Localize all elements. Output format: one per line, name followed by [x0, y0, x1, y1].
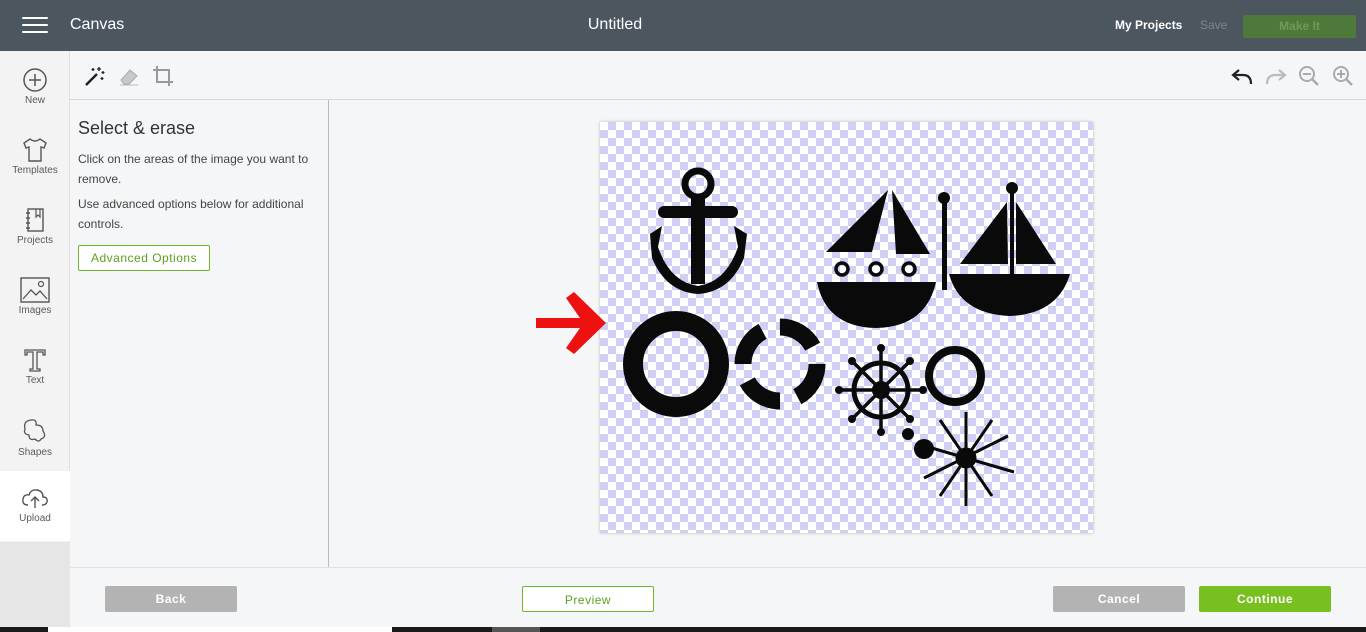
- os-taskbar-strip: [0, 627, 1366, 632]
- sidebar-item-shapes[interactable]: Shapes: [0, 401, 70, 471]
- back-button[interactable]: Back: [105, 586, 237, 612]
- life-ring-shape: [734, 318, 826, 410]
- sidebar-item-images[interactable]: Images: [0, 261, 70, 331]
- save-button[interactable]: Save: [1200, 18, 1227, 32]
- my-projects-link[interactable]: My Projects: [1115, 18, 1182, 32]
- sidebar-item-new[interactable]: New: [0, 51, 70, 121]
- plus-circle-icon: [23, 68, 47, 92]
- cancel-button[interactable]: Cancel: [1053, 586, 1185, 612]
- sidebar-item-label: Shapes: [18, 447, 52, 458]
- sidebar-item-label: Upload: [19, 513, 51, 524]
- tshirt-icon: [23, 138, 47, 162]
- ring-shape: [623, 311, 729, 417]
- sidebar-item-upload[interactable]: Upload: [0, 471, 70, 541]
- eraser-icon[interactable]: [118, 65, 140, 87]
- sidebar-item-label: New: [24, 95, 45, 106]
- shapes-icon: [23, 419, 46, 442]
- sailboat-shape: [817, 190, 950, 328]
- make-it-button[interactable]: Make It: [1243, 15, 1356, 38]
- sailboat-shape: [949, 182, 1070, 316]
- sidebar-item-text[interactable]: Text: [0, 331, 70, 401]
- advanced-options-button[interactable]: Advanced Options: [78, 245, 211, 271]
- zoom-out-icon[interactable]: [1298, 65, 1320, 87]
- panel-instructions: Click on the areas of the image you want…: [78, 152, 309, 186]
- top-bar: Canvas Untitled My Projects Save Make It: [0, 0, 1366, 51]
- upload-cloud-icon: [22, 489, 48, 508]
- select-erase-panel: Select & erase Click on the areas of the…: [70, 100, 329, 567]
- sidebar-item-label: Projects: [16, 235, 54, 246]
- ship-wheel-shape: [835, 344, 927, 436]
- panel-advanced-hint: Use advanced options below for additiona…: [78, 197, 304, 231]
- small-ring-shape: [925, 346, 985, 406]
- taskbar-segment: [48, 627, 392, 632]
- sidebar-bottom-area: [0, 542, 70, 632]
- document-title[interactable]: Untitled: [0, 16, 1230, 34]
- taskbar-segment: [492, 627, 540, 632]
- magic-wand-icon[interactable]: [84, 65, 106, 87]
- sidebar-item-label: Text: [25, 375, 45, 386]
- zoom-in-icon[interactable]: [1332, 65, 1354, 87]
- continue-button[interactable]: Continue: [1199, 586, 1331, 612]
- dot-shape: [902, 428, 914, 440]
- anchor-shape: [650, 167, 747, 294]
- footer-bar: Back Preview Cancel Continue: [70, 567, 1366, 627]
- uploaded-image[interactable]: [600, 122, 1093, 533]
- text-icon: [24, 349, 46, 372]
- notebook-icon: [26, 208, 44, 232]
- preview-button[interactable]: Preview: [522, 586, 654, 612]
- starburst-shape: [917, 412, 1015, 506]
- sidebar-item-templates[interactable]: Templates: [0, 121, 70, 191]
- undo-icon[interactable]: [1231, 65, 1253, 87]
- red-arrow-annotation: [536, 292, 606, 354]
- edit-toolbar: [70, 51, 1366, 100]
- panel-title: Select & erase: [78, 118, 196, 138]
- crop-icon[interactable]: [152, 65, 174, 87]
- sidebar: New Templates Projects Images Text Shape…: [0, 51, 70, 632]
- sidebar-item-projects[interactable]: Projects: [0, 191, 70, 261]
- sidebar-item-label: Templates: [12, 165, 58, 176]
- sidebar-item-label: Images: [18, 305, 52, 316]
- redo-icon[interactable]: [1265, 65, 1287, 87]
- nautical-clipart-image: [623, 167, 1070, 506]
- image-icon: [20, 277, 50, 303]
